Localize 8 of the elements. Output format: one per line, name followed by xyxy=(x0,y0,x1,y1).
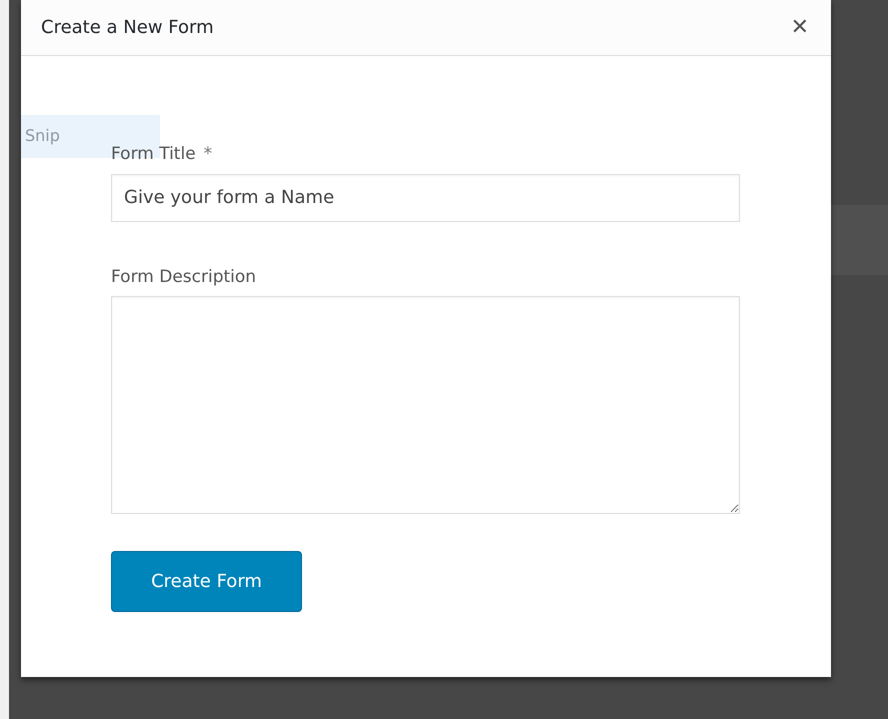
field-label: Form Title * xyxy=(111,143,214,166)
background-band xyxy=(831,205,888,275)
create-form-button[interactable]: Create Form xyxy=(111,551,302,612)
field-label: Form Description xyxy=(111,266,258,288)
description-field[interactable] xyxy=(111,296,740,514)
dialog-title: Create a New Form xyxy=(41,16,214,40)
title-field[interactable]: Give your form a Name xyxy=(111,174,740,222)
close-button[interactable]: ✕ xyxy=(788,16,811,38)
